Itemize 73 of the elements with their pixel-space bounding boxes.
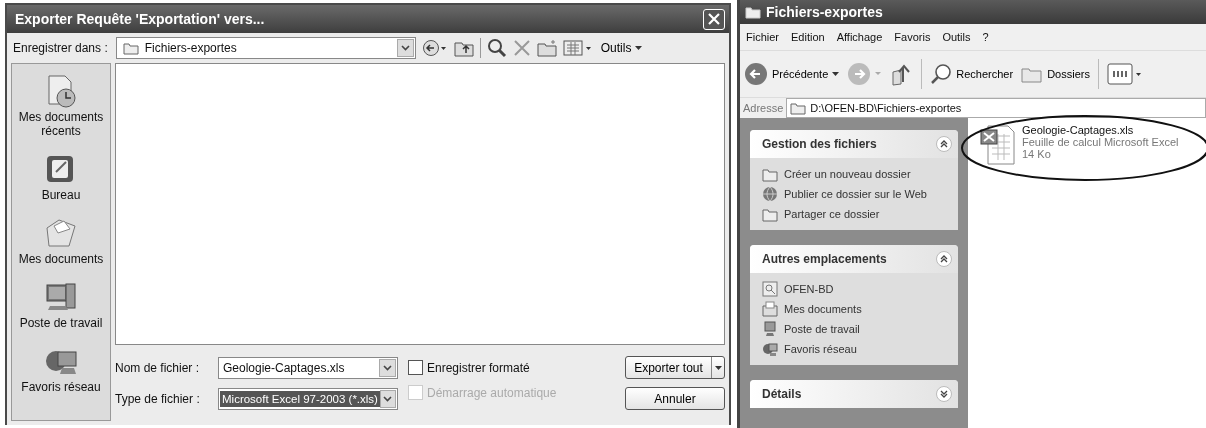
save-in-label: Enregistrer dans : (13, 41, 108, 55)
panel-title[interactable]: Détails (762, 387, 802, 401)
menu-item[interactable]: Outils (942, 31, 971, 43)
place-item[interactable]: Favoris réseau (13, 344, 109, 394)
menu-item[interactable]: Fichier (746, 31, 779, 43)
file-size: 14 Ko (1022, 148, 1052, 160)
dialog-title: Exporter Requête 'Exportation' vers... (15, 11, 265, 27)
autostart-checkbox: Démarrage automatique (408, 385, 598, 400)
task-link[interactable]: Partager ce dossier (784, 208, 880, 220)
close-icon (707, 12, 721, 26)
caret-icon (714, 365, 722, 370)
back-icon[interactable] (421, 39, 448, 57)
menu-item[interactable]: Affichage (836, 31, 883, 43)
export-all-button[interactable]: Exporter tout (625, 356, 725, 379)
folders-icon (1021, 65, 1044, 83)
search-button[interactable]: Rechercher (930, 63, 1014, 85)
address-label: Adresse (742, 102, 785, 114)
address-field[interactable]: D:\OFEN-BD\Fichiers-exportes (786, 98, 1206, 118)
task-link[interactable]: Mes documents (784, 303, 862, 315)
menu-item[interactable]: Edition (791, 31, 825, 43)
menu-item[interactable]: Favoris (894, 31, 931, 43)
chevron-icon[interactable] (936, 136, 952, 152)
chevron-down-icon (383, 364, 392, 371)
filetype-label: Type de fichier : (115, 391, 201, 406)
place-label: Poste de travail (19, 316, 103, 330)
caret-icon (832, 72, 840, 76)
folder-icon (762, 166, 778, 182)
network-icon (762, 341, 778, 357)
folder-icon (122, 41, 139, 55)
place-label: Favoris réseau (21, 380, 101, 394)
folders-button[interactable]: Dossiers (1021, 65, 1090, 83)
place-item[interactable]: Mes documents récents (13, 74, 109, 138)
views-icon[interactable] (1106, 62, 1143, 86)
spreadsheet-icon (980, 124, 1016, 166)
place-label: Mes documents (18, 252, 104, 266)
folder-icon (790, 101, 807, 115)
computer-icon (762, 321, 778, 337)
task-link[interactable]: Publier ce dossier sur le Web (784, 188, 927, 200)
filetype-dropdown[interactable]: Microsoft Excel 97-2003 (*.xls) (218, 387, 398, 410)
back-button[interactable]: Précédente (744, 62, 840, 86)
up-folder-icon[interactable] (453, 39, 474, 57)
cancel-button[interactable]: Annuler (625, 387, 725, 410)
views-icon[interactable] (562, 39, 593, 57)
task-link[interactable]: Poste de travail (784, 323, 860, 335)
new-folder-icon[interactable] (536, 39, 557, 57)
place-item[interactable]: Mes documents (13, 216, 109, 266)
search-icon (930, 63, 953, 85)
filename-field[interactable]: Geologie-Captages.xls (218, 356, 398, 379)
globe-icon (762, 186, 778, 202)
file-name: Geologie-Captages.xls (1022, 124, 1135, 136)
task-link[interactable]: Favoris réseau (784, 343, 857, 355)
chevron-icon[interactable] (936, 386, 952, 402)
format-checkbox[interactable]: Enregistrer formaté (408, 360, 598, 375)
save-in-dropdown[interactable]: Fichiers-exportes (115, 37, 416, 59)
filename-label: Nom de fichier : (115, 360, 201, 375)
task-link[interactable]: OFEN-BD (784, 283, 834, 295)
chevron-icon[interactable] (936, 251, 952, 267)
file-type: Feuille de calcul Microsoft Excel (1022, 136, 1179, 148)
task-link[interactable]: Créer un nouveau dossier (784, 168, 911, 180)
place-label: Bureau (41, 188, 81, 202)
caret-icon (635, 46, 643, 50)
place-label: Mes documents récents (17, 110, 105, 138)
window-title: Fichiers-exportes (766, 4, 883, 20)
place-item[interactable]: Poste de travail (13, 280, 109, 330)
menu-item[interactable]: ? (982, 31, 989, 43)
folder-icon (762, 206, 778, 222)
chevron-down-icon (383, 395, 393, 402)
close-button[interactable] (703, 8, 725, 30)
chevron-down-icon (400, 45, 410, 51)
tools-menu[interactable]: Outils (598, 41, 645, 55)
search-icon[interactable] (486, 38, 507, 58)
place-item[interactable]: Bureau (13, 152, 109, 202)
folder-icon (745, 5, 761, 19)
